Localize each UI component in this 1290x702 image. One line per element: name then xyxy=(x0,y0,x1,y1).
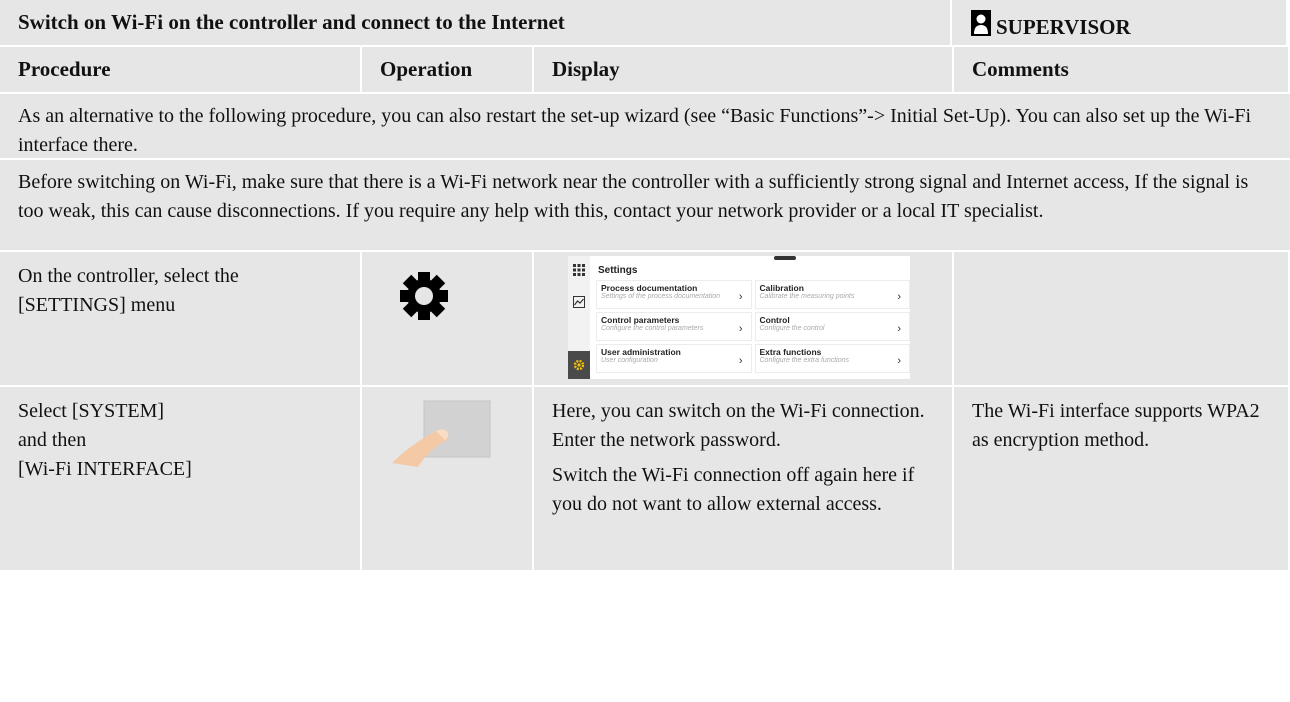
display-cell: Settings Process documentation Settings … xyxy=(534,252,952,385)
tile-subtitle: Configure the extra functions xyxy=(759,357,850,364)
settings-gear-icon xyxy=(573,359,585,371)
chevron-right-icon: › xyxy=(897,355,901,367)
screen-title: Settings xyxy=(598,265,638,276)
tile-subtitle: Configure the control xyxy=(759,325,825,332)
gear-icon xyxy=(400,272,448,320)
chevron-right-icon: › xyxy=(897,291,901,303)
comments-text: The Wi-Fi interface supports WPA2 as enc… xyxy=(954,387,1288,570)
settings-tile: Calibration Calibrate the measuring poin… xyxy=(754,280,910,309)
operation-cell xyxy=(362,387,532,570)
settings-tile: Control Configure the control › xyxy=(754,312,910,341)
note-text: As an alternative to the following proce… xyxy=(0,94,1290,158)
chevron-right-icon: › xyxy=(738,323,743,335)
apps-grid-icon xyxy=(573,264,585,276)
settings-tiles: Process documentation Settings of the pr… xyxy=(596,280,910,373)
display-text: Here, you can switch on the Wi-Fi connec… xyxy=(534,387,952,570)
nav-rail xyxy=(568,256,590,379)
tile-subtitle: Settings of the process documentation xyxy=(601,293,721,300)
title-row: Switch on Wi-Fi on the controller and co… xyxy=(0,0,1290,45)
settings-tile: User administration User configuration › xyxy=(596,344,752,373)
tile-heading: Extra functions xyxy=(759,347,822,357)
drag-handle xyxy=(774,256,796,260)
comments-cell xyxy=(954,252,1288,385)
settings-screen-preview: Settings Process documentation Settings … xyxy=(568,256,910,379)
column-header-operation: Operation xyxy=(362,47,532,92)
tile-subtitle: Configure the control parameters xyxy=(601,325,704,332)
tile-subtitle: Calibrate the measuring points xyxy=(759,293,855,300)
role-cell: SUPERVISOR xyxy=(952,0,1286,45)
step-row: On the controller, select the [SETTINGS]… xyxy=(0,252,1290,385)
column-header-comments: Comments xyxy=(954,47,1288,92)
tile-heading: Process documentation xyxy=(601,283,698,293)
note-text: Before switching on Wi-Fi, make sure tha… xyxy=(0,160,1290,250)
tile-heading: Calibration xyxy=(759,283,804,293)
column-header-procedure: Procedure xyxy=(0,47,360,92)
display-paragraph: Switch the Wi-Fi connection off again he… xyxy=(552,464,915,515)
note-row: As an alternative to the following proce… xyxy=(0,94,1290,158)
user-icon xyxy=(971,9,991,36)
operation-cell xyxy=(362,252,532,385)
tile-heading: Control parameters xyxy=(601,315,680,325)
tile-heading: User administration xyxy=(601,347,681,357)
procedure-line: [Wi-Fi INTERFACE] xyxy=(18,458,192,480)
table-title: Switch on Wi-Fi on the controller and co… xyxy=(0,0,950,45)
procedure-line: and then xyxy=(18,429,87,451)
procedure-text: Select [SYSTEM] and then [Wi-Fi INTERFAC… xyxy=(0,387,360,570)
tile-heading: Control xyxy=(759,315,790,325)
note-row: Before switching on Wi-Fi, make sure tha… xyxy=(0,160,1290,250)
display-paragraph: Here, you can switch on the Wi-Fi connec… xyxy=(552,400,925,451)
procedure-table: Switch on Wi-Fi on the controller and co… xyxy=(0,0,1290,572)
header-row: Procedure Operation Display Comments xyxy=(0,47,1290,92)
chevron-right-icon: › xyxy=(738,291,743,303)
settings-tile: Process documentation Settings of the pr… xyxy=(596,280,752,309)
settings-tile: Extra functions Configure the extra func… xyxy=(754,344,910,373)
finger-tap-icon xyxy=(392,400,491,467)
tile-subtitle: User configuration xyxy=(601,357,658,364)
chart-icon xyxy=(573,296,585,308)
active-nav-item xyxy=(568,351,590,379)
procedure-text: On the controller, select the [SETTINGS]… xyxy=(0,252,360,385)
role-label: SUPERVISOR xyxy=(996,15,1131,39)
column-header-display: Display xyxy=(534,47,952,92)
procedure-line: Select [SYSTEM] xyxy=(18,400,165,422)
step-row: Select [SYSTEM] and then [Wi-Fi INTERFAC… xyxy=(0,387,1290,570)
chevron-right-icon: › xyxy=(897,323,901,335)
settings-tile: Control parameters Configure the control… xyxy=(596,312,752,341)
chevron-right-icon: › xyxy=(738,355,743,367)
